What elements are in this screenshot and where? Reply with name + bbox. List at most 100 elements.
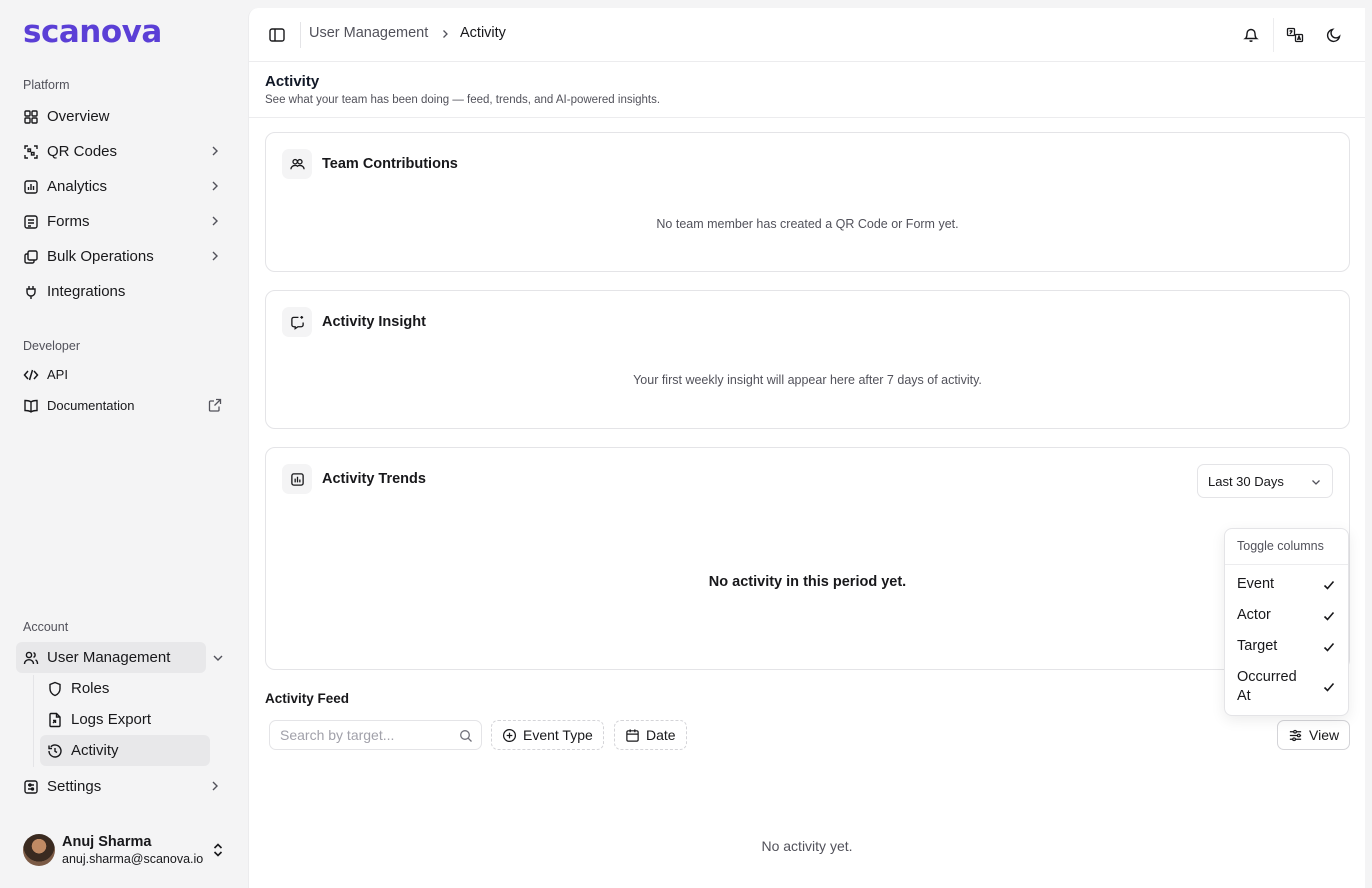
chevron-right-icon: [212, 146, 218, 156]
sidebar-item-activity[interactable]: Activity: [40, 735, 210, 766]
page-subtitle: See what your team has been doing — feed…: [265, 94, 661, 106]
sidebar-item-label: User Management: [47, 649, 171, 666]
sidebar-item-bulk-operations[interactable]: Bulk Operations: [16, 241, 232, 272]
scan-icon: [23, 144, 39, 160]
sidebar-item-label: Overview: [47, 108, 110, 125]
activity-feed-title: Activity Feed: [265, 691, 350, 706]
code-icon: [23, 367, 39, 383]
chevron-right-icon: [212, 251, 218, 261]
chip-label: Event Type: [523, 727, 593, 743]
divider: [1273, 18, 1274, 52]
developer-group-label: Developer: [23, 339, 80, 353]
app-root: scanova Platform Overview QR Codes Analy…: [0, 0, 1372, 888]
chevron-down-icon[interactable]: [211, 651, 225, 665]
sidebar: scanova Platform Overview QR Codes Analy…: [0, 0, 248, 888]
activity-insight-card: Activity Insight Your first weekly insig…: [265, 290, 1350, 429]
sidebar-item-api[interactable]: API: [16, 359, 232, 390]
sidebar-item-overview[interactable]: Overview: [16, 101, 232, 132]
sliders-icon: [1288, 728, 1303, 743]
sidebar-item-qr-codes[interactable]: QR Codes: [16, 136, 232, 167]
team-contributions-card: Team Contributions No team member has cr…: [265, 132, 1350, 272]
card-title: Activity Trends: [322, 471, 426, 487]
chevron-right-icon: [212, 781, 218, 791]
chevron-down-icon: [1312, 480, 1320, 485]
sidebar-item-label: Roles: [71, 680, 110, 697]
bar-chart-icon: [282, 464, 312, 494]
moon-icon[interactable]: [1324, 25, 1344, 45]
file-export-icon: [47, 712, 63, 728]
plug-icon: [23, 284, 39, 300]
language-icon[interactable]: [1285, 25, 1305, 45]
divider: [300, 22, 301, 48]
sidebar-item-roles[interactable]: Roles: [40, 673, 210, 704]
toggle-columns-menu: Toggle columns Event Actor Target Occurr…: [1224, 528, 1349, 716]
calendar-icon: [625, 728, 640, 743]
check-icon: [1323, 642, 1335, 652]
feed-empty-state: No activity yet.: [761, 838, 853, 854]
sidebar-item-user-management[interactable]: User Management: [16, 642, 206, 673]
chip-label: View: [1309, 727, 1340, 743]
chevron-right-icon: [212, 216, 218, 226]
sidebar-item-label: Logs Export: [71, 711, 152, 728]
date-range-select[interactable]: Last 30 Days: [1197, 464, 1333, 498]
activity-trends-card: Activity Trends Last 30 Days No activity…: [265, 447, 1350, 670]
card-title: Activity Insight: [322, 314, 426, 330]
forms-icon: [23, 214, 39, 230]
user-name: Anuj Sharma: [62, 833, 152, 850]
sidebar-item-settings[interactable]: Settings: [16, 771, 232, 802]
sidebar-item-label: API: [47, 367, 68, 382]
user-menu[interactable]: Anuj Sharma anuj.sharma@scanova.io: [23, 833, 233, 867]
sidebar-item-label: Settings: [47, 778, 102, 795]
divider: [1225, 564, 1348, 565]
submenu-guide-line: [33, 675, 34, 767]
search-field[interactable]: [269, 720, 482, 750]
grid-icon: [23, 109, 39, 125]
plus-circle-icon: [502, 728, 517, 743]
settings-icon: [23, 779, 39, 795]
search-input[interactable]: [280, 727, 450, 743]
user-email: anuj.sharma@scanova.io: [62, 851, 204, 866]
avatar: [23, 834, 55, 866]
menu-item-label: Occurred At: [1237, 669, 1297, 704]
date-range-value: Last 30 Days: [1208, 473, 1284, 489]
history-icon: [47, 743, 63, 759]
empty-state: No team member has created a QR Code or …: [656, 217, 959, 231]
bell-icon[interactable]: [1241, 25, 1261, 45]
sidebar-item-label: Analytics: [47, 178, 108, 195]
sidebar-item-analytics[interactable]: Analytics: [16, 171, 232, 202]
sidebar-item-integrations[interactable]: Integrations: [16, 276, 232, 307]
sidebar-item-label: Activity: [71, 742, 119, 759]
top-bar: User Management Activity: [249, 8, 1365, 62]
breadcrumb-separator-icon: [443, 30, 448, 38]
breadcrumb-activity: Activity: [460, 25, 506, 41]
search-icon: [460, 730, 472, 742]
event-type-filter-button[interactable]: Event Type: [491, 720, 604, 750]
sparkle-message-icon: [282, 307, 312, 337]
check-icon: [1323, 611, 1335, 621]
view-options-button[interactable]: View: [1277, 720, 1351, 750]
chip-label: Date: [646, 727, 676, 743]
sidebar-item-label: Bulk Operations: [47, 248, 154, 265]
chevron-right-icon: [212, 181, 218, 191]
user-info: Anuj Sharma anuj.sharma@scanova.io: [62, 834, 203, 867]
chart-icon: [23, 179, 39, 195]
date-filter-button[interactable]: Date: [614, 720, 687, 750]
sidebar-item-label: Forms: [47, 213, 90, 230]
brand-logo[interactable]: scanova: [23, 14, 162, 50]
shield-icon: [47, 681, 63, 697]
sidebar-item-logs-export[interactable]: Logs Export: [40, 704, 210, 735]
sidebar-item-label: Documentation: [47, 398, 135, 413]
sidebar-toggle-icon[interactable]: [268, 26, 286, 44]
sidebar-item-documentation[interactable]: Documentation: [16, 390, 232, 421]
sidebar-item-label: Integrations: [47, 283, 126, 300]
breadcrumb-user-management[interactable]: User Management: [309, 25, 428, 41]
sidebar-item-forms[interactable]: Forms: [16, 206, 232, 237]
menu-heading: Toggle columns: [1237, 539, 1324, 553]
check-icon: [1323, 580, 1335, 590]
empty-state: No activity in this period yet.: [708, 574, 907, 590]
check-icon: [1323, 682, 1335, 692]
team-icon: [282, 149, 312, 179]
main-panel: User Management Activity Activity See wh…: [248, 8, 1365, 888]
boxes-icon: [23, 249, 39, 265]
sidebar-item-label: QR Codes: [47, 143, 118, 160]
